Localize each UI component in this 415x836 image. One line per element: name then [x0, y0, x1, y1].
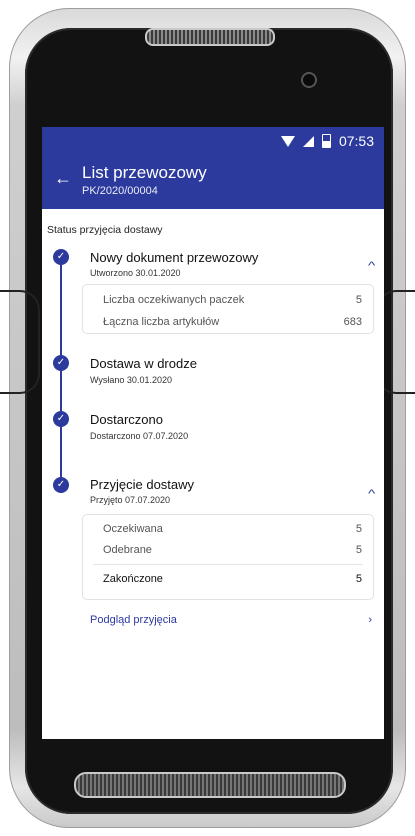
step-title: Dostarczono — [90, 412, 163, 427]
detail-value: 5 — [355, 523, 362, 535]
page-subtitle: PK/2020/00004 — [82, 185, 158, 197]
arrow-left-icon[interactable]: ← — [42, 163, 82, 189]
check-circle-icon: ✓ — [53, 411, 69, 427]
page-title: List przewozowy — [82, 163, 207, 182]
detail-label: Łączna liczba artykułów — [103, 316, 220, 328]
link-label[interactable]: Podgląd przyjęcia — [90, 614, 177, 626]
step-date: Wysłano 30.01.2020 — [90, 375, 172, 385]
chevron-right-icon[interactable]: › — [368, 614, 372, 626]
chevron-up-icon[interactable]: ^ — [368, 260, 375, 272]
chevron-up-icon[interactable]: ^ — [368, 488, 375, 500]
step-date: Utworzono 30.01.2020 — [90, 268, 181, 278]
detail-label: Odebrane — [103, 544, 152, 556]
front-camera — [301, 72, 317, 88]
detail-row: Zakończone 5 — [83, 565, 373, 585]
section-title: Status przyjęcia dostawy — [47, 224, 163, 236]
detail-row: Liczba oczekiwanych paczek 5 — [83, 285, 373, 306]
step-date: Przyjęto 07.07.2020 — [90, 495, 171, 505]
detail-row: Odebrane 5 — [83, 535, 373, 564]
detail-value: 683 — [343, 316, 362, 328]
app-bar-titles: List przewozowy PK/2020/00004 — [82, 163, 207, 199]
check-circle-icon: ✓ — [53, 355, 69, 371]
app-bar: ← List przewozowy PK/2020/00004 — [42, 155, 384, 209]
battery-icon — [321, 134, 331, 148]
timeline-line — [60, 253, 62, 493]
detail-value: 5 — [355, 294, 362, 306]
detail-row: Łączna liczba artykułów 683 — [83, 306, 373, 328]
step-details-card: Liczba oczekiwanych paczek 5 Łączna licz… — [82, 284, 374, 334]
detail-label: Zakończone — [103, 573, 163, 585]
detail-label: Oczekiwana — [103, 523, 163, 535]
left-side-button — [0, 290, 40, 394]
clock: 07:53 — [338, 133, 374, 149]
bottom-speaker-grille — [74, 772, 346, 798]
detail-label: Liczba oczekiwanych paczek — [103, 294, 245, 306]
detail-value: 5 — [355, 544, 362, 556]
wifi-icon — [280, 135, 295, 147]
check-circle-icon: ✓ — [53, 249, 69, 265]
detail-row: Oczekiwana 5 — [83, 515, 373, 535]
step-title: Dostawa w drodze — [90, 356, 197, 371]
step-title: Nowy dokument przewozowy — [90, 250, 259, 265]
step-details-card: Oczekiwana 5 Odebrane 5 Zakończone 5 — [82, 514, 374, 600]
step-date: Dostarczono 07.07.2020 — [90, 431, 189, 441]
check-circle-icon: ✓ — [53, 477, 69, 493]
receipt-preview-link[interactable]: Podgląd przyjęcia › — [90, 614, 372, 626]
detail-value: 5 — [355, 573, 362, 585]
signal-icon — [302, 135, 314, 147]
step-title: Przyjęcie dostawy — [90, 477, 195, 492]
status-bar: 07:53 — [42, 127, 384, 155]
top-speaker-grille — [145, 28, 275, 46]
device-screen: 07:53 ← List przewozowy PK/2020/00004 St… — [42, 127, 384, 739]
